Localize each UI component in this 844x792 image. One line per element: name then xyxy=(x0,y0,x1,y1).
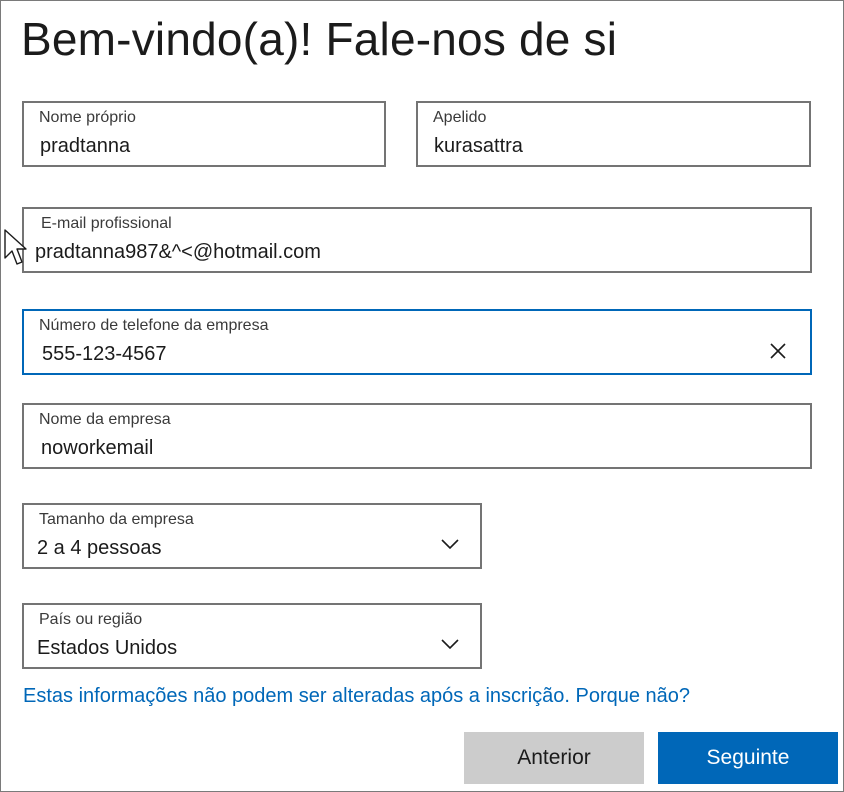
work-email-label: E-mail profissional xyxy=(41,215,172,232)
country-value: Estados Unidos xyxy=(37,637,178,659)
mouse-cursor-icon xyxy=(4,229,27,265)
page-title: Bem-vindo(a)! Fale-nos de si xyxy=(21,13,618,65)
chevron-down-icon[interactable] xyxy=(440,637,460,651)
company-name-field[interactable]: Nome da empresa noworkemail xyxy=(22,403,812,469)
company-size-label: Tamanho da empresa xyxy=(39,511,194,528)
chevron-down-icon[interactable] xyxy=(440,537,460,551)
next-button[interactable]: Seguinte xyxy=(658,732,838,784)
work-email-value: pradtanna987&^<@hotmail.com xyxy=(35,241,321,263)
phone-label: Número de telefone da empresa xyxy=(39,317,269,334)
last-name-field[interactable]: Apelido kurasattra xyxy=(416,101,811,167)
country-label: País ou região xyxy=(39,611,143,628)
phone-field[interactable]: Número de telefone da empresa 555-123-45… xyxy=(22,309,812,375)
back-button[interactable]: Anterior xyxy=(464,732,644,784)
country-select[interactable]: País ou região Estados Unidos xyxy=(22,603,482,669)
phone-value: 555-123-4567 xyxy=(42,343,167,365)
first-name-label: Nome próprio xyxy=(39,109,136,126)
company-size-value: 2 a 4 pessoas xyxy=(37,537,162,559)
company-size-select[interactable]: Tamanho da empresa 2 a 4 pessoas xyxy=(22,503,482,569)
info-link[interactable]: Estas informações não podem ser alterada… xyxy=(23,685,690,708)
close-icon[interactable] xyxy=(768,341,788,361)
first-name-field[interactable]: Nome próprio pradtanna xyxy=(22,101,386,167)
last-name-value: kurasattra xyxy=(434,135,523,157)
last-name-label: Apelido xyxy=(433,109,487,126)
work-email-field[interactable]: E-mail profissional pradtanna987&^<@hotm… xyxy=(22,207,812,273)
company-name-value: noworkemail xyxy=(41,437,154,459)
company-name-label: Nome da empresa xyxy=(39,411,171,428)
first-name-value: pradtanna xyxy=(40,135,131,157)
